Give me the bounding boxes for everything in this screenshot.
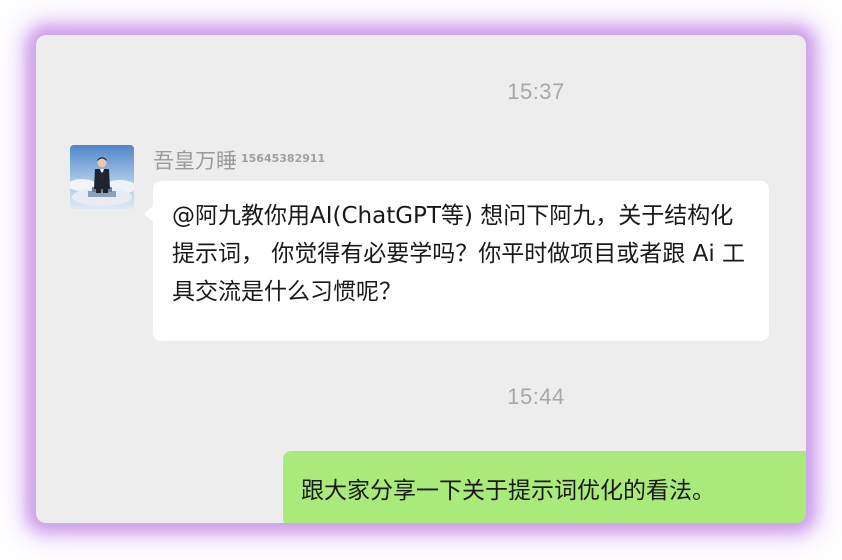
timestamp: 15:44 [507, 384, 565, 409]
page: 15:37 吾皇万睡 15645382911 @阿九教你用AI(ChatGPT等… [0, 0, 842, 560]
outgoing-message-bubble[interactable]: 跟大家分享一下关于提示词优化的看法。 [283, 451, 806, 523]
outgoing-message-text: 跟大家分享一下关于提示词优化的看法。 [301, 478, 715, 504]
timestamp: 15:37 [507, 79, 565, 104]
sender-id: 15645382911 [241, 151, 326, 165]
incoming-message-text: @阿九教你用AI(ChatGPT等) 想问下阿九，关于结构化提示词， 你觉得有必… [172, 203, 746, 305]
chat-window: 15:37 吾皇万睡 15645382911 @阿九教你用AI(ChatGPT等… [36, 35, 806, 523]
incoming-message-bubble[interactable]: @阿九教你用AI(ChatGPT等) 想问下阿九，关于结构化提示词， 你觉得有必… [144, 181, 769, 341]
sender-row: 吾皇万睡 15645382911 [153, 145, 325, 175]
avatar[interactable] [70, 145, 134, 209]
sender-name[interactable]: 吾皇万睡 [153, 149, 237, 173]
avatar-icon [70, 145, 134, 209]
